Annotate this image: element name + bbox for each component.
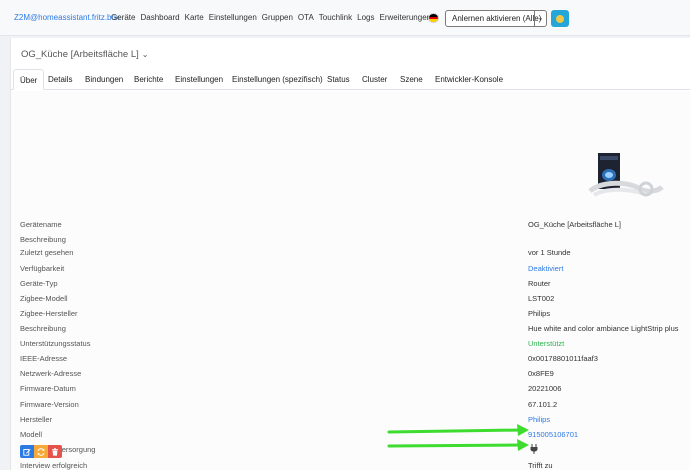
info-row: IEEE-Adresse 0x00178801011faaf3: [11, 351, 690, 366]
info-value: 0x8FE9: [528, 369, 554, 378]
sun-icon: [556, 15, 564, 23]
german-flag-icon[interactable]: [428, 13, 439, 23]
brand-link[interactable]: Z2M@homeassistant.fritz.box: [14, 13, 120, 22]
info-row: Hersteller Philips: [11, 412, 690, 427]
info-label: Zigbee-Hersteller: [20, 309, 78, 318]
swap-icon: [37, 447, 45, 456]
info-row: Firmware-Datum 20221006: [11, 381, 690, 396]
swap-button[interactable]: [34, 445, 48, 458]
info-value: Router: [528, 279, 551, 288]
info-row: Spannungsversorgung: [11, 442, 690, 457]
info-row: Geräte-Typ Router: [11, 276, 690, 291]
info-label: IEEE-Adresse: [20, 354, 68, 363]
device-image: [588, 153, 664, 197]
info-label: Unterstützungsstatus: [20, 339, 91, 348]
info-label: Zigbee-Modell: [20, 294, 68, 303]
nav-dashboard[interactable]: Dashboard: [140, 13, 179, 22]
tab-reporting[interactable]: Berichte: [128, 69, 169, 90]
device-actions: [20, 445, 62, 458]
tab-settings[interactable]: Einstellungen: [169, 69, 229, 90]
device-title: OG_Küche [Arbeitsfläche L]: [21, 49, 139, 60]
info-row: Verfügbarkeit Deaktiviert: [11, 261, 690, 276]
tab-dev-console[interactable]: Entwickler-Konsole: [429, 69, 509, 90]
nav-map[interactable]: Karte: [185, 13, 204, 22]
info-row: Zigbee-Hersteller Philips: [11, 306, 690, 321]
tab-about[interactable]: Über: [13, 69, 45, 90]
info-value: 0x00178801011faaf3: [528, 354, 598, 363]
info-label: Geräte-Typ: [20, 279, 58, 288]
nav-touchlink[interactable]: Touchlink: [319, 13, 352, 22]
nav-ota[interactable]: OTA: [298, 13, 314, 22]
info-row: Netzwerk-Adresse 0x8FE9: [11, 366, 690, 381]
device-card: OG_Küche [Arbeitsfläche L] ⌄ Über Details…: [10, 38, 690, 470]
info-row: Unterstützungsstatus Unterstützt: [11, 336, 690, 351]
about-tab-content: Gerätename OG_Küche [Arbeitsfläche L] Be…: [11, 91, 690, 470]
main-nav: Geräte Dashboard Karte Einstellungen Gru…: [111, 13, 436, 22]
tab-state[interactable]: Status: [321, 69, 356, 90]
info-value: Philips: [528, 309, 551, 318]
tab-scene[interactable]: Szene: [394, 69, 429, 90]
info-row: Modell 915005106701: [11, 427, 690, 442]
info-value: 20221006: [528, 384, 562, 393]
nav-logs[interactable]: Logs: [357, 13, 374, 22]
edit-icon: [23, 448, 31, 456]
permit-join-select[interactable]: Anlernen aktivieren (Alle) ⌄: [445, 10, 547, 27]
chevron-down-icon[interactable]: ⌄: [534, 11, 546, 26]
chevron-down-icon: ⌄: [141, 50, 149, 59]
trash-icon: [52, 447, 58, 456]
info-label: Zuletzt gesehen: [20, 248, 74, 257]
availability-link[interactable]: Deaktiviert: [528, 264, 563, 273]
info-label: Netzwerk-Adresse: [20, 369, 82, 378]
delete-button[interactable]: [48, 445, 62, 458]
info-label: Hersteller: [20, 415, 53, 424]
info-label: Gerätename: [20, 220, 62, 229]
info-row: Beschreibung Hue white and color ambianc…: [11, 321, 690, 336]
info-value: Trifft zu: [528, 461, 553, 470]
theme-toggle-button[interactable]: [551, 10, 569, 27]
tab-bindings[interactable]: Bindungen: [79, 69, 129, 90]
nav-devices[interactable]: Geräte: [111, 13, 135, 22]
top-navbar: Z2M@homeassistant.fritz.box Geräte Dashb…: [0, 0, 690, 36]
info-value: 67.101.2: [528, 400, 558, 409]
info-value: OG_Küche [Arbeitsfläche L]: [528, 220, 621, 229]
info-label: Firmware-Version: [20, 400, 79, 409]
device-tabs: Über Details Bindungen Berichte Einstell…: [11, 69, 690, 90]
tab-clusters[interactable]: Cluster: [356, 69, 393, 90]
info-value: vor 1 Stunde: [528, 248, 571, 257]
info-label: Beschreibung: [20, 235, 66, 244]
device-title-dropdown[interactable]: OG_Küche [Arbeitsfläche L] ⌄: [21, 49, 148, 60]
info-label: Firmware-Datum: [20, 384, 76, 393]
info-row: Zigbee-Modell LST002: [11, 291, 690, 306]
info-label: Beschreibung: [20, 324, 66, 333]
info-label: Verfügbarkeit: [20, 264, 65, 273]
tab-settings-specific[interactable]: Einstellungen (spezifisch): [226, 69, 329, 90]
nav-settings[interactable]: Einstellungen: [209, 13, 257, 22]
info-row: Firmware-Version 67.101.2: [11, 397, 690, 412]
edit-button[interactable]: [20, 445, 34, 458]
nav-groups[interactable]: Gruppen: [262, 13, 293, 22]
permit-join-label: Anlernen aktivieren (Alle): [452, 14, 542, 23]
support-status-value[interactable]: Unterstützt: [528, 339, 564, 348]
annotation-arrows: [387, 424, 529, 451]
info-value: Hue white and color ambiance LightStrip …: [528, 324, 679, 333]
info-row: Gerätename OG_Küche [Arbeitsfläche L]: [11, 217, 690, 232]
tab-details[interactable]: Details: [42, 69, 78, 90]
nav-extensions[interactable]: Erweiterungen: [380, 13, 432, 22]
info-row: Zuletzt gesehen vor 1 Stunde: [11, 245, 690, 260]
info-row: Interview erfolgreich Trifft zu: [11, 458, 690, 470]
info-value: LST002: [528, 294, 555, 303]
info-label: Interview erfolgreich: [20, 461, 88, 470]
info-label: Modell: [20, 430, 43, 439]
